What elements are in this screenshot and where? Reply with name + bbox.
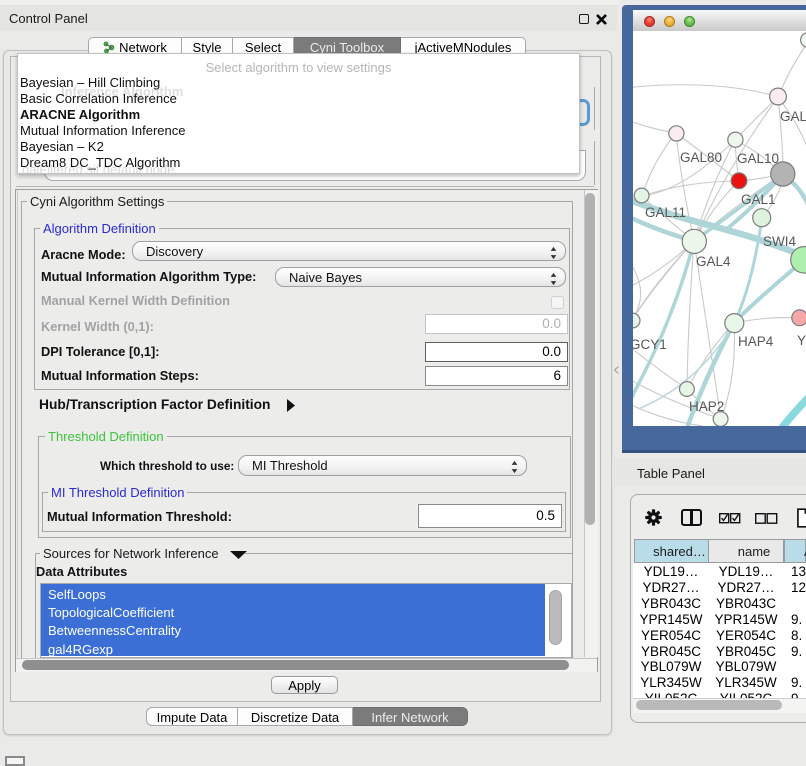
svg-text:GAL7: GAL7 — [780, 109, 806, 124]
svg-text:Y: Y — [797, 333, 806, 348]
svg-text:GAL10: GAL10 — [737, 151, 779, 166]
svg-text:HAP2: HAP2 — [689, 399, 724, 414]
svg-text:GCY1: GCY1 — [633, 337, 667, 352]
svg-text:GAL1: GAL1 — [741, 192, 776, 207]
svg-text:HAP4: HAP4 — [738, 334, 774, 349]
svg-text:GAL11: GAL11 — [645, 205, 686, 220]
svg-text:GAL4: GAL4 — [696, 254, 731, 269]
svg-text:SWI4: SWI4 — [763, 234, 796, 249]
svg-text:GAL80: GAL80 — [680, 150, 722, 165]
